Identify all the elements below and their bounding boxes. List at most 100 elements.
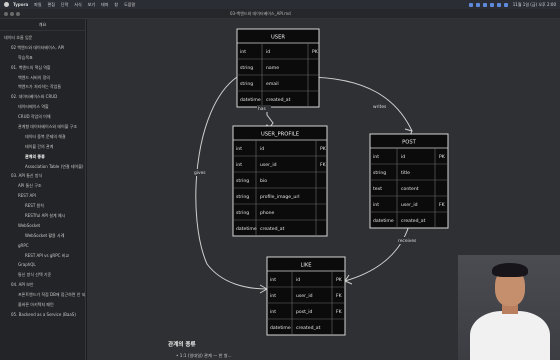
webcam-overlay: [458, 255, 560, 360]
outline-item[interactable]: 관계의 종류: [0, 154, 85, 159]
zoom-window-button[interactable]: [16, 12, 20, 16]
status-app-icon[interactable]: [482, 2, 487, 7]
field-key: PK: [320, 146, 327, 152]
outline-item[interactable]: 02. 데이터베이스와 CRUD: [0, 94, 85, 99]
menu-paragraph[interactable]: 단락: [61, 2, 68, 8]
field-type: datetime: [270, 325, 291, 331]
outline-sidebar: 개요 데이터 흐름 입문 02 백엔드와 데이터베이스, API 학습목표 01. 백…: [0, 19, 86, 360]
outline-item[interactable]: 05. Backend as a Service (BaaS): [0, 312, 85, 317]
field-type: string: [236, 210, 249, 216]
outline-item[interactable]: 데이터 중복 문제의 해결: [0, 134, 85, 139]
close-window-button[interactable]: [4, 12, 8, 16]
menu-clock[interactable]: 11월 1일 (금) 오후 2:00: [513, 2, 556, 8]
field-name: email: [266, 81, 279, 87]
presenter-hair: [492, 263, 528, 277]
field-key: PK: [336, 277, 343, 283]
window-title-bar: 03-백엔드와 데이터베이스_API.md: [0, 9, 560, 19]
field-key: FK: [439, 202, 446, 208]
menu-help[interactable]: 도움말: [124, 2, 135, 8]
field-name: user_id: [296, 293, 313, 299]
field-key: FK: [336, 309, 343, 315]
field-name: post_id: [296, 309, 312, 315]
relation-label-receives: receives: [398, 238, 417, 244]
field-name: content: [401, 186, 419, 192]
field-type: int: [373, 202, 379, 208]
status-app-icon[interactable]: [475, 2, 480, 7]
field-name: profile_image_url: [260, 194, 300, 200]
outline-item[interactable]: 백엔드가 처리하는 작업들: [0, 84, 85, 89]
entity-post[interactable]: POST int id PK string title text content int user…: [369, 133, 449, 229]
section-heading: 관계의 종류: [168, 342, 196, 348]
entity-user-profile[interactable]: USER_PROFILEint id PK int user_id FK string bio…: [232, 125, 328, 237]
outline-item[interactable]: Association Table (연결 테이블): [0, 164, 85, 169]
outline-item[interactable]: 03. API 통신 방식: [0, 173, 85, 178]
field-type: string: [240, 65, 253, 71]
field-name: created_at: [401, 218, 426, 224]
menu-view[interactable]: 보기: [88, 2, 95, 8]
outline-item[interactable]: REST API: [0, 193, 85, 198]
field-key: FK: [320, 162, 327, 168]
outline-item[interactable]: 학습목표: [0, 55, 85, 60]
outline-item[interactable]: 02 백엔드와 데이터베이스, API: [0, 45, 85, 50]
outline-item[interactable]: 데이터베이스 역할: [0, 104, 85, 109]
outline-item[interactable]: API 통신 구조: [0, 183, 85, 188]
outline-item[interactable]: RESTful API 설계 예시: [0, 213, 85, 218]
menu-file[interactable]: 파일: [34, 2, 41, 8]
field-type: int: [240, 49, 246, 55]
entity-title: USER: [271, 35, 285, 41]
menu-status-area: 11월 1일 (금) 오후 2:00: [466, 0, 556, 9]
field-name: id: [296, 277, 300, 283]
outline-item[interactable]: GraphQL: [0, 262, 85, 267]
outline-item[interactable]: gRPC: [0, 243, 85, 248]
field-type: int: [373, 154, 379, 160]
outline-item[interactable]: 01. 백엔드의 핵심 역할: [0, 65, 85, 70]
status-app-icon[interactable]: [503, 2, 508, 7]
presenter-shirt: [470, 311, 550, 360]
menu-app-name[interactable]: Typora: [13, 2, 28, 7]
outline-item[interactable]: WebSocket: [0, 223, 85, 228]
field-type: string: [373, 170, 386, 176]
field-type: string: [240, 81, 253, 87]
entity-user[interactable]: USER int id PK string name string email datetime…: [236, 28, 320, 108]
outline-item[interactable]: REST API vs gRPC 비교: [0, 253, 85, 258]
field-name: bio: [260, 178, 267, 184]
outline-item[interactable]: 프론트엔드가 직접 DB에 접근하면 안 되는 이유: [0, 292, 85, 297]
outline-item[interactable]: 백엔드 서버의 정의: [0, 75, 85, 80]
status-app-icon[interactable]: [496, 2, 501, 7]
field-type: datetime: [240, 97, 261, 103]
field-name: created_at: [260, 226, 285, 232]
menu-edit[interactable]: 편집: [48, 2, 55, 8]
minimize-window-button[interactable]: [10, 12, 14, 16]
window-controls: [4, 12, 22, 16]
menu-window[interactable]: 창: [114, 2, 118, 8]
outline-item[interactable]: CRUD 작업의 이해: [0, 114, 85, 119]
field-name: id: [401, 154, 405, 160]
status-app-icon[interactable]: [468, 2, 473, 7]
field-type: datetime: [236, 226, 257, 232]
outline-item[interactable]: WebSocket 활용 사례: [0, 233, 85, 238]
outline-item[interactable]: 올바른 아키텍처 패턴: [0, 302, 85, 307]
relation-label-has: has: [258, 106, 266, 112]
outline-item[interactable]: 04. API 보안: [0, 282, 85, 287]
outline-item[interactable]: REST 원칙: [0, 203, 85, 208]
menu-theme[interactable]: 테마: [101, 2, 108, 8]
outline-list: 데이터 흐름 입문 02 백엔드와 데이터베이스, API 학습목표 01. 백엔드의…: [0, 31, 85, 317]
field-key: FK: [336, 293, 343, 299]
apple-icon[interactable]: [4, 2, 9, 7]
system-menu-bar: Typora 파일 편집 단락 서식 보기 테마 창 도움말 11월 1일 (금…: [0, 0, 560, 9]
status-app-icon[interactable]: [489, 2, 494, 7]
menu-format[interactable]: 서식: [74, 2, 81, 8]
field-name: title: [401, 170, 410, 176]
field-name: created_at: [266, 97, 291, 103]
field-key: PK: [312, 49, 319, 55]
outline-item[interactable]: 테이블 간의 관계: [0, 144, 85, 149]
entity-like[interactable]: LIKE int id PK int user_id FK int post_id FK datet…: [266, 256, 346, 336]
field-type: int: [236, 146, 242, 152]
outline-item[interactable]: 관계형 데이터베이스와 테이블 구조: [0, 124, 85, 129]
field-type: int: [236, 162, 242, 168]
bullet-text: • 1:1 (일대일) 관계 — 한 쌍...: [176, 353, 232, 358]
entity-title: POST: [402, 140, 417, 146]
outline-item[interactable]: 통신 방식 선택 기준: [0, 272, 85, 277]
relation-line-writes: [304, 76, 413, 132]
outline-item[interactable]: 데이터 흐름 입문: [0, 35, 85, 40]
